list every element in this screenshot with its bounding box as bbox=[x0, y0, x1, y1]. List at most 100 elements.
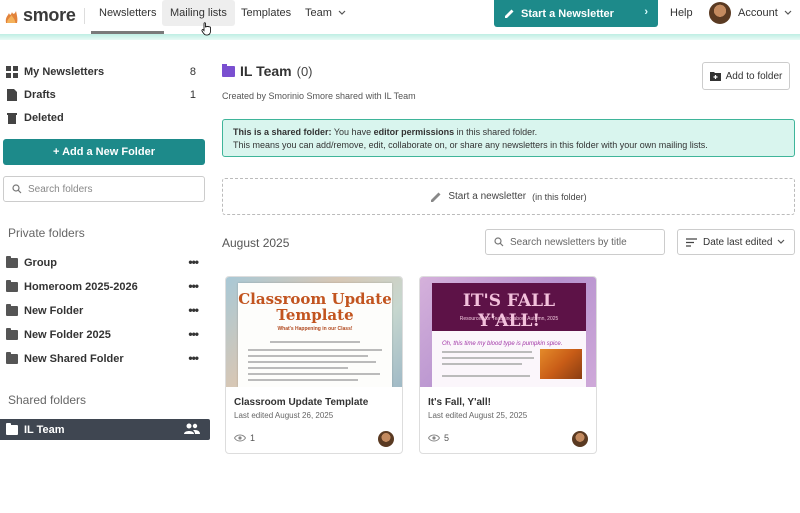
start-in-folder-suffix: (in this folder) bbox=[532, 191, 587, 202]
more-options-icon[interactable]: ••• bbox=[188, 303, 199, 317]
account-avatar[interactable] bbox=[709, 2, 731, 24]
search-newsletters-placeholder: Search newsletters by title bbox=[510, 236, 627, 248]
pencil-icon bbox=[431, 192, 441, 202]
nav-templates[interactable]: Templates bbox=[233, 0, 299, 34]
banner-line-2: This means you can add/remove, edit, col… bbox=[233, 140, 708, 150]
sidebar-item-my-newsletters[interactable]: My Newsletters 8 bbox=[6, 66, 196, 78]
sidebar-item-drafts[interactable]: Drafts 1 bbox=[6, 89, 196, 101]
private-folders-title: Private folders bbox=[8, 226, 85, 240]
folder-row[interactable]: Group ••• bbox=[6, 255, 200, 271]
more-options-icon[interactable]: ••• bbox=[188, 279, 199, 293]
newsletter-thumbnail[interactable]: Classroom Update Template What's Happeni… bbox=[226, 277, 402, 387]
sort-dropdown[interactable]: Date last edited bbox=[677, 229, 795, 255]
thumbnail-text-line bbox=[442, 375, 530, 377]
thumbnail-text-line bbox=[270, 341, 360, 343]
thumbnail-header: IT'S FALL Y'ALL! Resources for Teaching … bbox=[432, 283, 586, 331]
logo-mark-icon bbox=[5, 11, 18, 23]
account-label: Account bbox=[738, 7, 778, 19]
drafts-count: 1 bbox=[189, 89, 196, 101]
add-to-folder-button[interactable]: Add to folder bbox=[702, 62, 790, 90]
view-count: 5 bbox=[428, 433, 449, 443]
newsletter-count: 8 bbox=[189, 66, 196, 78]
start-newsletter-button[interactable]: Start a Newsletter › bbox=[494, 0, 658, 27]
add-new-folder-button[interactable]: + Add a New Folder bbox=[3, 139, 205, 165]
folder-label: IL Team bbox=[24, 423, 65, 436]
chevron-down-icon bbox=[777, 239, 785, 244]
nav-team[interactable]: Team bbox=[297, 0, 354, 34]
more-options-icon[interactable]: ••• bbox=[188, 351, 199, 365]
trash-icon bbox=[7, 113, 17, 124]
card-title[interactable]: Classroom Update Template bbox=[234, 397, 368, 408]
newsletter-card[interactable]: IT'S FALL Y'ALL! Resources for Teaching … bbox=[419, 276, 597, 454]
newsletter-card[interactable]: Classroom Update Template What's Happeni… bbox=[225, 276, 403, 454]
folder-row[interactable]: New Folder 2025 ••• bbox=[6, 327, 200, 343]
thumbnail-text-line bbox=[248, 373, 380, 375]
month-heading: August 2025 bbox=[222, 236, 290, 250]
document-icon bbox=[7, 89, 17, 101]
hand-cursor-icon bbox=[201, 22, 211, 36]
card-title[interactable]: It's Fall, Y'all! bbox=[428, 397, 491, 408]
thumbnail-page: IT'S FALL Y'ALL! Resources for Teaching … bbox=[432, 283, 586, 387]
folder-label: New Folder 2025 bbox=[24, 329, 111, 341]
thumbnail-text-line bbox=[442, 363, 522, 365]
thumbnail-text-line bbox=[442, 351, 532, 353]
grid-icon bbox=[6, 66, 18, 78]
nav-mailing-lists[interactable]: Mailing lists bbox=[162, 0, 235, 26]
shared-folder-icon bbox=[6, 422, 18, 435]
account-menu[interactable]: Account bbox=[738, 7, 792, 19]
nav-newsletters[interactable]: Newsletters bbox=[91, 0, 165, 34]
folder-plus-icon bbox=[709, 72, 721, 81]
search-newsletters-input[interactable]: Search newsletters by title bbox=[485, 229, 665, 255]
nav-help[interactable]: Help bbox=[670, 7, 693, 19]
view-count-value: 1 bbox=[250, 433, 256, 443]
thumbnail-text-line bbox=[442, 357, 534, 359]
search-folders-input[interactable]: Search folders bbox=[3, 176, 205, 202]
chevron-down-icon bbox=[784, 10, 792, 15]
search-icon bbox=[494, 237, 504, 247]
folder-icon bbox=[6, 352, 18, 364]
group-icon bbox=[184, 423, 200, 434]
view-count-value: 5 bbox=[444, 433, 450, 443]
thumbnail-script-text: Oh, this time my blood type is pumpkin s… bbox=[442, 341, 563, 347]
card-date: Last edited August 26, 2025 bbox=[234, 411, 334, 420]
folder-label: Group bbox=[24, 257, 57, 269]
card-date: Last edited August 25, 2025 bbox=[428, 411, 528, 420]
sort-icon bbox=[686, 237, 697, 247]
more-options-icon[interactable]: ••• bbox=[188, 255, 199, 269]
thumbnail-title: IT'S FALL Y'ALL! bbox=[462, 291, 556, 331]
thumbnail-photo bbox=[540, 349, 582, 379]
newsletter-thumbnail[interactable]: IT'S FALL Y'ALL! Resources for Teaching … bbox=[420, 277, 596, 387]
smore-logo[interactable]: smore bbox=[4, 5, 76, 26]
folder-title: IL Team (0) bbox=[222, 63, 313, 79]
sidebar-item-label: My Newsletters bbox=[24, 66, 105, 78]
folder-icon bbox=[6, 280, 18, 292]
logo-text: smore bbox=[23, 5, 76, 25]
chevron-down-icon bbox=[338, 10, 346, 15]
shared-folder-banner: This is a shared folder: You have editor… bbox=[222, 119, 795, 157]
thumbnail-subtitle: What's Happening in our Class! bbox=[277, 326, 353, 332]
more-options-icon[interactable]: ••• bbox=[188, 327, 199, 341]
pencil-icon bbox=[505, 9, 514, 18]
folder-label: New Folder bbox=[24, 305, 84, 317]
folder-row[interactable]: New Shared Folder ••• bbox=[6, 351, 200, 367]
start-newsletter-label: Start a Newsletter bbox=[521, 7, 614, 20]
banner-line-1: This is a shared folder: You have editor… bbox=[233, 126, 784, 139]
search-folders-placeholder: Search folders bbox=[28, 183, 93, 195]
eye-icon bbox=[428, 434, 440, 442]
sort-label: Date last edited bbox=[703, 236, 773, 248]
banner-text-2: in this shared folder. bbox=[454, 127, 538, 137]
author-avatar bbox=[572, 431, 588, 447]
folder-row[interactable]: Homeroom 2025-2026 ••• bbox=[6, 279, 200, 295]
banner-bold-1: This is a shared folder: bbox=[233, 127, 332, 137]
shared-folder-il-team[interactable]: IL Team bbox=[0, 419, 210, 440]
add-to-folder-label: Add to folder bbox=[725, 70, 783, 82]
folder-row[interactable]: New Folder ••• bbox=[6, 303, 200, 319]
thumbnail-title: Classroom Update Template bbox=[238, 290, 392, 324]
thumbnail-text-line bbox=[248, 361, 376, 363]
start-newsletter-in-folder-button[interactable]: Start a newsletter (in this folder) bbox=[222, 178, 795, 215]
folder-icon bbox=[6, 256, 18, 268]
thumbnail-page: Classroom Update Template What's Happeni… bbox=[238, 283, 392, 387]
sidebar-item-deleted[interactable]: Deleted bbox=[6, 112, 196, 124]
folder-label: New Shared Folder bbox=[24, 353, 124, 365]
thumbnail-subtitle: Resources for Teaching about Autumn, 202… bbox=[459, 316, 559, 322]
